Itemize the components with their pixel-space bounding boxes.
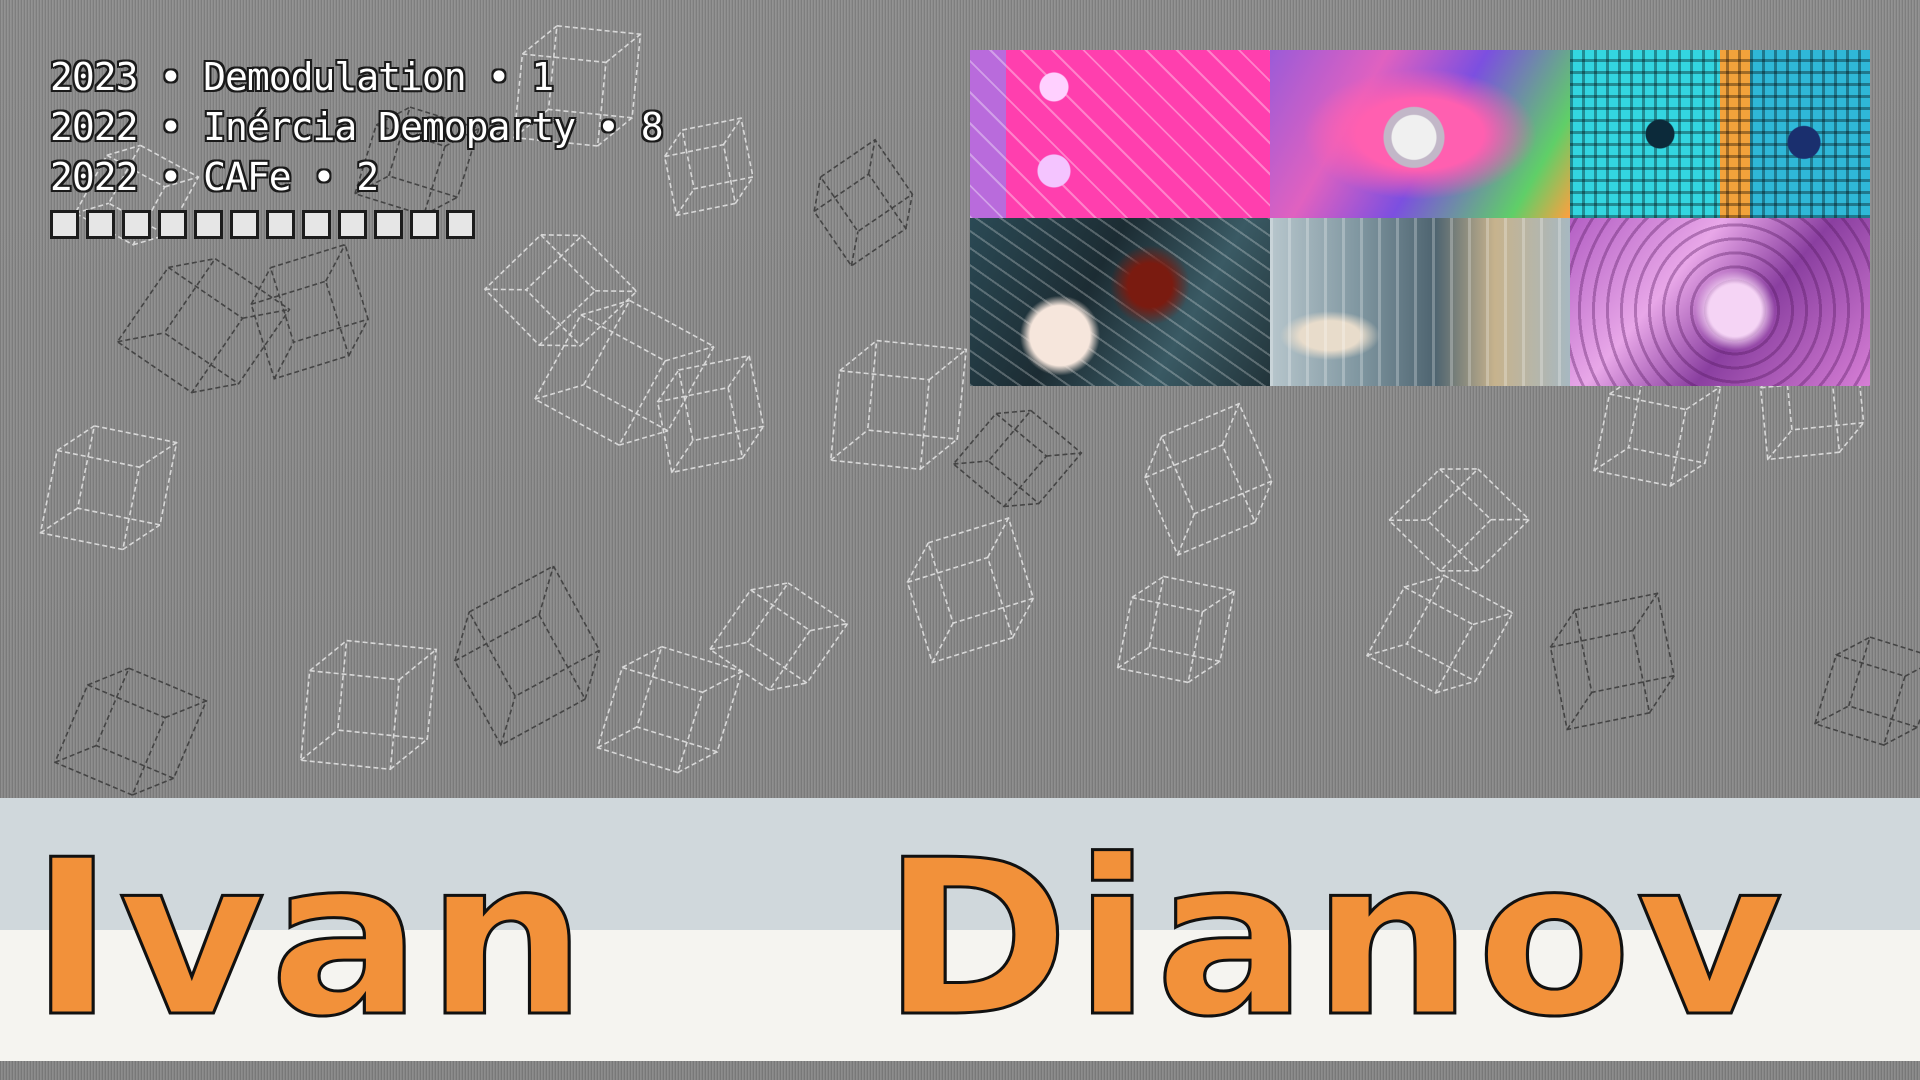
- progress-box: [266, 210, 295, 239]
- last-name: Dianov: [882, 838, 1787, 1040]
- progress-box: [446, 210, 475, 239]
- result-line-demodulation: 2023 • Demodulation • 1: [50, 52, 663, 102]
- first-name: Ivan: [30, 838, 591, 1040]
- pink-fractal-thumbnail[interactable]: [970, 50, 1270, 218]
- swirl-fractal-thumbnail[interactable]: [1270, 50, 1570, 218]
- progress-box: [410, 210, 439, 239]
- result-line-cafe: 2022 • CAFe • 2: [50, 152, 663, 202]
- progress-box: [194, 210, 223, 239]
- purple-flower-thumbnail[interactable]: [1570, 218, 1870, 386]
- progress-box: [374, 210, 403, 239]
- result-line-inercia: 2022 • Inércia Demoparty • 8: [50, 102, 663, 152]
- artwork-gallery: [970, 50, 1870, 386]
- competition-results: 2023 • Demodulation • 1 2022 • Inércia D…: [50, 52, 663, 239]
- teal-coral-thumbnail[interactable]: [970, 218, 1270, 386]
- progress-box: [158, 210, 187, 239]
- progress-box: [302, 210, 331, 239]
- progress-box: [338, 210, 367, 239]
- cyan-lattice-thumbnail[interactable]: [1570, 50, 1870, 218]
- progress-boxes: [50, 210, 663, 239]
- progress-box: [86, 210, 115, 239]
- progress-box: [230, 210, 259, 239]
- progress-box: [122, 210, 151, 239]
- progress-box: [50, 210, 79, 239]
- grey-structure-thumbnail[interactable]: [1270, 218, 1570, 386]
